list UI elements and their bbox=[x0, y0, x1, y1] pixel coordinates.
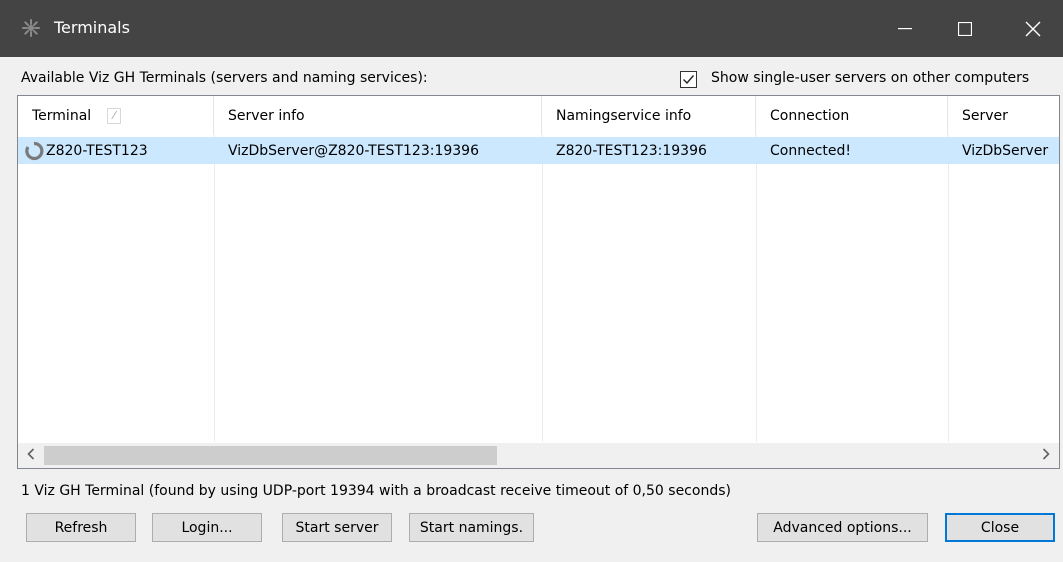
maximize-icon bbox=[958, 21, 972, 36]
scroll-left-button[interactable] bbox=[18, 443, 44, 468]
column-divider bbox=[756, 135, 757, 442]
column-header-label: Terminal bbox=[32, 107, 92, 124]
terminals-window: Terminals Available Viz GH Terminals (se… bbox=[0, 0, 1063, 562]
terminal-name: Z820-TEST123 bbox=[46, 142, 148, 159]
cell-server-info: VizDbServer@Z820-TEST123:19396 bbox=[228, 142, 479, 159]
title-bar[interactable]: Terminals bbox=[0, 0, 1063, 57]
start-namings-button[interactable]: Start namings. bbox=[409, 513, 534, 542]
scroll-right-button[interactable] bbox=[1033, 443, 1059, 468]
start-server-button[interactable]: Start server bbox=[282, 513, 392, 542]
advanced-options-button[interactable]: Advanced options... bbox=[757, 513, 928, 542]
show-single-user-label[interactable]: Show single-user servers on other comput… bbox=[711, 70, 1029, 86]
close-window-button[interactable] bbox=[1003, 0, 1063, 57]
column-header-terminal[interactable]: Terminal ⁄ bbox=[18, 96, 214, 135]
available-terminals-label: Available Viz GH Terminals (servers and … bbox=[21, 70, 428, 86]
show-single-user-checkbox[interactable] bbox=[680, 71, 697, 88]
login-button[interactable]: Login... bbox=[152, 513, 262, 542]
list-header: Terminal ⁄ Server info Namingservice inf… bbox=[18, 96, 1059, 135]
chevron-right-icon bbox=[1042, 447, 1050, 464]
gear-icon bbox=[22, 19, 40, 37]
column-header-server-info[interactable]: Server info bbox=[214, 96, 542, 135]
column-header-label: Server bbox=[962, 107, 1008, 124]
cell-server: VizDbServer bbox=[962, 142, 1049, 159]
column-header-namingservice-info[interactable]: Namingservice info bbox=[542, 96, 756, 135]
close-icon bbox=[1025, 21, 1041, 37]
minimize-button[interactable] bbox=[875, 0, 935, 57]
table-row[interactable]: Z820-TEST123 VizDbServer@Z820-TEST123:19… bbox=[18, 137, 1059, 164]
maximize-button[interactable] bbox=[935, 0, 995, 57]
cell-terminal: Z820-TEST123 bbox=[18, 137, 214, 164]
spinner-icon bbox=[24, 141, 44, 161]
minimize-icon bbox=[898, 27, 912, 30]
scrollbar-thumb[interactable] bbox=[44, 446, 497, 465]
column-header-server[interactable]: Server bbox=[948, 96, 1059, 135]
close-button[interactable]: Close bbox=[945, 513, 1055, 542]
column-header-label: Connection bbox=[770, 107, 850, 124]
refresh-button[interactable]: Refresh bbox=[26, 513, 136, 542]
column-header-connection[interactable]: Connection bbox=[756, 96, 948, 135]
sort-arrow-icon: ⁄ bbox=[107, 107, 122, 124]
status-text: 1 Viz GH Terminal (found by using UDP-po… bbox=[21, 483, 731, 499]
cell-namingservice-info: Z820-TEST123:19396 bbox=[556, 142, 707, 159]
window-title: Terminals bbox=[54, 18, 130, 37]
column-divider bbox=[214, 135, 215, 442]
horizontal-scrollbar[interactable] bbox=[18, 443, 1059, 468]
column-divider bbox=[542, 135, 543, 442]
column-divider bbox=[948, 135, 949, 442]
column-header-label: Server info bbox=[228, 107, 305, 124]
cell-connection: Connected! bbox=[770, 142, 851, 159]
column-header-label: Namingservice info bbox=[556, 107, 692, 124]
chevron-left-icon bbox=[27, 447, 35, 464]
terminals-list[interactable]: Terminal ⁄ Server info Namingservice inf… bbox=[17, 95, 1060, 469]
